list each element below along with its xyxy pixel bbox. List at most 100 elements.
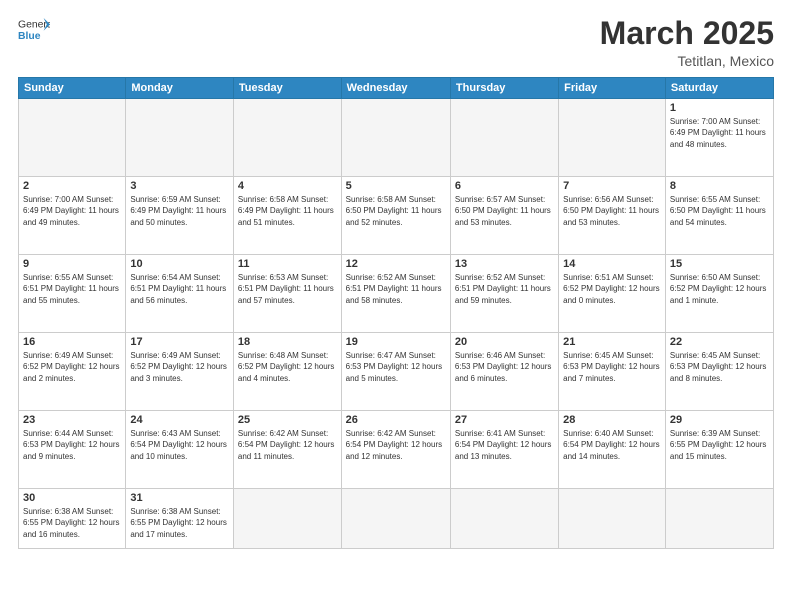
day-number: 24	[130, 414, 229, 426]
title-block: March 2025 Tetitlan, Mexico	[600, 16, 774, 69]
generalblue-logo-icon: General Blue	[18, 16, 50, 44]
day-number: 3	[130, 180, 229, 192]
table-row: 31Sunrise: 6:38 AM Sunset: 6:55 PM Dayli…	[126, 489, 234, 549]
day-info: Sunrise: 6:53 AM Sunset: 6:51 PM Dayligh…	[238, 272, 337, 306]
day-number: 28	[563, 414, 661, 426]
table-row: 1Sunrise: 7:00 AM Sunset: 6:49 PM Daylig…	[665, 99, 773, 177]
day-number: 15	[670, 258, 769, 270]
day-number: 14	[563, 258, 661, 270]
day-info: Sunrise: 6:55 AM Sunset: 6:51 PM Dayligh…	[23, 272, 121, 306]
table-row: 30Sunrise: 6:38 AM Sunset: 6:55 PM Dayli…	[19, 489, 126, 549]
header-tuesday: Tuesday	[233, 78, 341, 99]
day-number: 12	[346, 258, 446, 270]
table-row	[450, 489, 558, 549]
day-number: 27	[455, 414, 554, 426]
day-number: 6	[455, 180, 554, 192]
day-info: Sunrise: 6:38 AM Sunset: 6:55 PM Dayligh…	[23, 506, 121, 540]
table-row: 24 Sunrise: 6:43 AM Sunset: 6:54 PM Dayli…	[126, 411, 234, 489]
header-thursday: Thursday	[450, 78, 558, 99]
day-info: Sunrise: 6:51 AM Sunset: 6:52 PM Dayligh…	[563, 272, 661, 306]
table-row: 12 Sunrise: 6:52 AM Sunset: 6:51 PM Dayli…	[341, 255, 450, 333]
day-number: 11	[238, 258, 337, 270]
day-number: 4	[238, 180, 337, 192]
day-info: Sunrise: 6:52 AM Sunset: 6:51 PM Dayligh…	[455, 272, 554, 306]
day-number: 7	[563, 180, 661, 192]
table-row: 19Sunrise: 6:47 AM Sunset: 6:53 PM Dayli…	[341, 333, 450, 411]
day-info: Sunrise: 6:38 AM Sunset: 6:55 PM Dayligh…	[130, 506, 229, 540]
day-number: 5	[346, 180, 446, 192]
day-info: Sunrise: 6:59 AM Sunset: 6:49 PM Dayligh…	[130, 194, 229, 228]
table-row	[233, 489, 341, 549]
table-row: 2 Sunrise: 7:00 AM Sunset: 6:49 PM Daylig…	[19, 177, 126, 255]
day-info: Sunrise: 6:40 AM Sunset: 6:54 PM Dayligh…	[563, 428, 661, 462]
day-number: 26	[346, 414, 446, 426]
table-row	[559, 489, 666, 549]
table-row: 16 Sunrise: 6:49 AM Sunset: 6:52 PM Dayli…	[19, 333, 126, 411]
day-info: Sunrise: 6:57 AM Sunset: 6:50 PM Dayligh…	[455, 194, 554, 228]
logo: General Blue	[18, 16, 50, 44]
table-row	[341, 489, 450, 549]
table-row: 21Sunrise: 6:45 AM Sunset: 6:53 PM Dayli…	[559, 333, 666, 411]
day-info: Sunrise: 6:49 AM Sunset: 6:52 PM Dayligh…	[23, 350, 121, 384]
table-row: 10Sunrise: 6:54 AM Sunset: 6:51 PM Dayli…	[126, 255, 234, 333]
table-row: 17 Sunrise: 6:49 AM Sunset: 6:52 PM Dayli…	[126, 333, 234, 411]
day-info: Sunrise: 7:00 AM Sunset: 6:49 PM Dayligh…	[23, 194, 121, 228]
day-number: 21	[563, 336, 661, 348]
day-number: 29	[670, 414, 769, 426]
table-row: 6 Sunrise: 6:57 AM Sunset: 6:50 PM Daylig…	[450, 177, 558, 255]
table-row: 9 Sunrise: 6:55 AM Sunset: 6:51 PM Daylig…	[19, 255, 126, 333]
day-number: 16	[23, 336, 121, 348]
day-info: Sunrise: 6:58 AM Sunset: 6:50 PM Dayligh…	[346, 194, 446, 228]
day-number: 23	[23, 414, 121, 426]
day-info: Sunrise: 6:54 AM Sunset: 6:51 PM Dayligh…	[130, 272, 229, 306]
day-info: Sunrise: 6:56 AM Sunset: 6:50 PM Dayligh…	[563, 194, 661, 228]
table-row	[233, 99, 341, 177]
day-info: Sunrise: 6:45 AM Sunset: 6:53 PM Dayligh…	[670, 350, 769, 384]
day-number: 13	[455, 258, 554, 270]
calendar: Sunday Monday Tuesday Wednesday Thursday…	[18, 77, 774, 549]
weekday-header-row: Sunday Monday Tuesday Wednesday Thursday…	[19, 78, 774, 99]
table-row: 23 Sunrise: 6:44 AM Sunset: 6:53 PM Dayli…	[19, 411, 126, 489]
day-number: 18	[238, 336, 337, 348]
table-row: 4 Sunrise: 6:58 AM Sunset: 6:49 PM Daylig…	[233, 177, 341, 255]
day-number: 9	[23, 258, 121, 270]
day-info: Sunrise: 6:48 AM Sunset: 6:52 PM Dayligh…	[238, 350, 337, 384]
table-row: 26Sunrise: 6:42 AM Sunset: 6:54 PM Dayli…	[341, 411, 450, 489]
day-info: Sunrise: 6:47 AM Sunset: 6:53 PM Dayligh…	[346, 350, 446, 384]
header: General Blue March 2025 Tetitlan, Mexico	[18, 16, 774, 69]
day-info: Sunrise: 6:52 AM Sunset: 6:51 PM Dayligh…	[346, 272, 446, 306]
day-info: Sunrise: 6:50 AM Sunset: 6:52 PM Dayligh…	[670, 272, 769, 306]
day-info: Sunrise: 6:39 AM Sunset: 6:55 PM Dayligh…	[670, 428, 769, 462]
location-subtitle: Tetitlan, Mexico	[600, 53, 774, 69]
day-info: Sunrise: 6:43 AM Sunset: 6:54 PM Dayligh…	[130, 428, 229, 462]
day-info: Sunrise: 6:55 AM Sunset: 6:50 PM Dayligh…	[670, 194, 769, 228]
table-row: 13 Sunrise: 6:52 AM Sunset: 6:51 PM Dayli…	[450, 255, 558, 333]
svg-text:Blue: Blue	[18, 31, 41, 42]
day-info: Sunrise: 6:44 AM Sunset: 6:53 PM Dayligh…	[23, 428, 121, 462]
month-title: March 2025	[600, 16, 774, 51]
day-info: Sunrise: 6:42 AM Sunset: 6:54 PM Dayligh…	[238, 428, 337, 462]
day-info: Sunrise: 7:00 AM Sunset: 6:49 PM Dayligh…	[670, 116, 769, 150]
header-saturday: Saturday	[665, 78, 773, 99]
table-row: 27 Sunrise: 6:41 AM Sunset: 6:54 PM Dayli…	[450, 411, 558, 489]
day-number: 2	[23, 180, 121, 192]
day-info: Sunrise: 6:58 AM Sunset: 6:49 PM Dayligh…	[238, 194, 337, 228]
table-row: 11 Sunrise: 6:53 AM Sunset: 6:51 PM Dayli…	[233, 255, 341, 333]
day-number: 20	[455, 336, 554, 348]
table-row	[665, 489, 773, 549]
day-info: Sunrise: 6:46 AM Sunset: 6:53 PM Dayligh…	[455, 350, 554, 384]
table-row: 7 Sunrise: 6:56 AM Sunset: 6:50 PM Daylig…	[559, 177, 666, 255]
table-row	[19, 99, 126, 177]
table-row: 14 Sunrise: 6:51 AM Sunset: 6:52 PM Dayli…	[559, 255, 666, 333]
day-info: Sunrise: 6:49 AM Sunset: 6:52 PM Dayligh…	[130, 350, 229, 384]
day-info: Sunrise: 6:41 AM Sunset: 6:54 PM Dayligh…	[455, 428, 554, 462]
day-number: 22	[670, 336, 769, 348]
table-row: 18 Sunrise: 6:48 AM Sunset: 6:52 PM Dayli…	[233, 333, 341, 411]
table-row	[341, 99, 450, 177]
table-row: 8 Sunrise: 6:55 AM Sunset: 6:50 PM Daylig…	[665, 177, 773, 255]
day-number: 8	[670, 180, 769, 192]
table-row: 29 Sunrise: 6:39 AM Sunset: 6:55 PM Dayli…	[665, 411, 773, 489]
table-row	[126, 99, 234, 177]
day-number: 25	[238, 414, 337, 426]
day-number: 17	[130, 336, 229, 348]
